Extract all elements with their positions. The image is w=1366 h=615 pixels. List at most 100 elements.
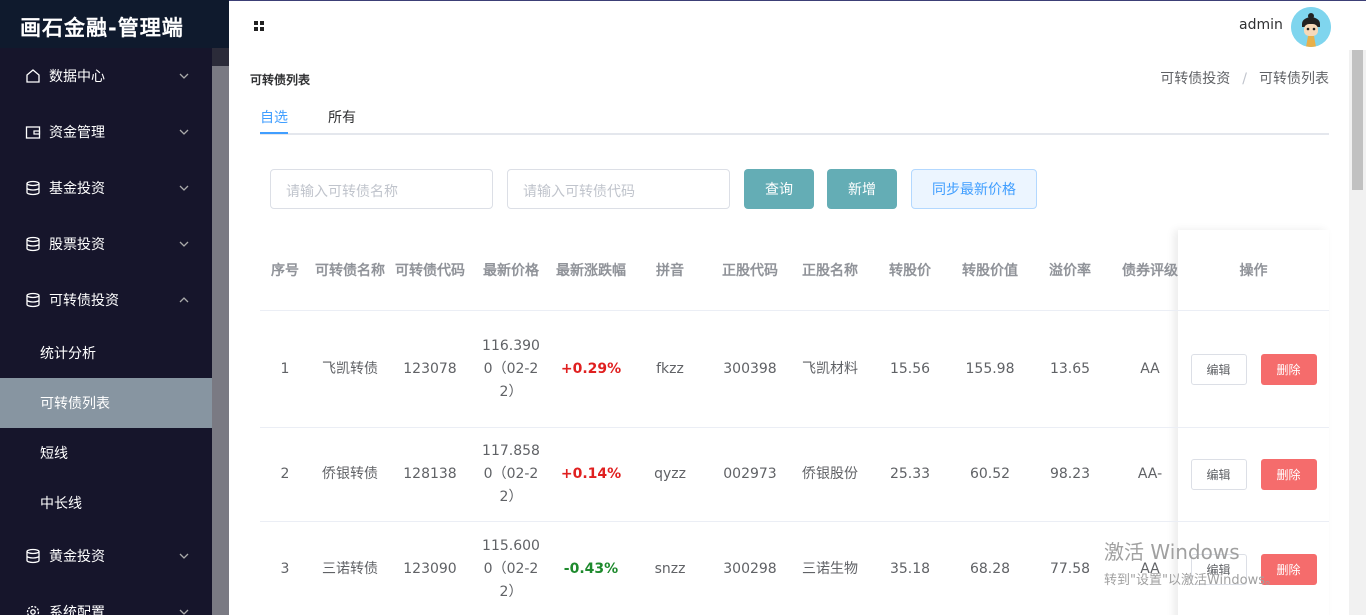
cell-conversion-value: 155.98 [965, 360, 1015, 377]
sidebar-item-funds-management[interactable]: 资金管理 [0, 104, 212, 160]
sidebar-item-label: 数据中心 [49, 69, 105, 85]
bond-code-input[interactable]: 请输入可转债代码 [507, 169, 730, 209]
tab-active-indicator [260, 132, 288, 134]
chevron-down-icon [179, 609, 189, 615]
sidebar-item-label: 资金管理 [49, 125, 105, 141]
cell-pinyin: qyzz [654, 466, 686, 482]
sidebar-item-gold-investment[interactable]: 黄金投资 [0, 528, 212, 584]
cell-premium: 13.65 [1049, 360, 1091, 377]
cell-latest-price: 117.8580（02-22） [482, 443, 540, 505]
sidebar-subitem-short-term[interactable]: 短线 [0, 428, 212, 478]
header-bond-name: 可转债名称 [315, 262, 385, 279]
delete-button[interactable]: 删除 [1260, 459, 1317, 490]
header-index: 序号 [271, 262, 299, 279]
cell-stock-name: 三诺生物 [802, 560, 858, 577]
menu-toggle-icon[interactable] [254, 21, 264, 31]
watermark-line: 转到"设置"以激活Windows。 [1104, 573, 1278, 588]
cell-bond-name: 飞凯转债 [322, 360, 378, 377]
cell-latest-price: 116.3900（02-22） [482, 337, 540, 400]
table-header: 序号 可转债名称 可转债代码 最新价格 最新涨跌幅 拼音 正股代码 正股名称 转… [260, 230, 1329, 311]
cell-pinyin: fkzz [656, 360, 684, 377]
avatar[interactable] [1291, 7, 1331, 47]
query-button[interactable]: 查询 [744, 169, 814, 209]
cell-index: 2 [280, 466, 290, 482]
home-icon [24, 67, 42, 85]
table-row: 2 侨银转债 128138 117.8580（02-22） +0.14% qyz… [260, 428, 1329, 522]
header-pinyin: 拼音 [656, 262, 684, 279]
sidebar-item-label: 系统配置 [49, 605, 105, 615]
cell-bond-code: 123090 [403, 560, 457, 577]
sidebar-scrollbar-track [212, 48, 229, 66]
cell-stock-code: 300398 [723, 360, 777, 377]
header-conversion-value: 转股价值 [962, 262, 1018, 279]
header-conversion-price: 转股价 [889, 262, 931, 279]
sidebar-item-system-config[interactable]: 系统配置 [0, 584, 212, 615]
watermark-line: 激活 Windows [1104, 540, 1240, 564]
sidebar-subitem-statistics[interactable]: 统计分析 [0, 328, 212, 378]
database-icon [24, 547, 42, 565]
tab-favorites[interactable]: 自选 [260, 107, 288, 127]
add-button[interactable]: 新增 [827, 169, 897, 209]
header-stock-name: 正股名称 [802, 262, 858, 279]
header-stock-code: 正股代码 [722, 262, 778, 279]
cell-stock-code: 002973 [723, 466, 777, 482]
cell-stock-name: 飞凯材料 [802, 360, 858, 377]
windows-activation-watermark: 激活 Windows 转到"设置"以激活Windows。 [1104, 536, 1278, 588]
gear-icon [24, 603, 42, 615]
sync-price-button[interactable]: 同步最新价格 [911, 169, 1037, 209]
sidebar-scrollbar-thumb[interactable] [212, 66, 229, 615]
header-actions: 操作 [1239, 262, 1268, 279]
cell-latest-change: +0.14% [560, 466, 622, 482]
breadcrumb-item[interactable]: 可转债投资 [1160, 71, 1230, 87]
cell-premium: 98.23 [1049, 466, 1091, 482]
sidebar: 画石金融-管理端 数据中心 资金管理 基金投资 股票投资 可转债投资 统计分析 … [0, 0, 229, 615]
header-latest-change: 最新涨跌幅 [556, 262, 626, 279]
page-scrollbar-thumb[interactable] [1352, 50, 1363, 190]
cell-bond-name: 侨银转债 [322, 466, 378, 482]
chevron-down-icon [179, 241, 189, 247]
sidebar-subitem-long-term[interactable]: 中长线 [0, 478, 212, 528]
cell-bond-name: 三诺转债 [322, 560, 378, 577]
cell-conversion-value: 68.28 [969, 560, 1011, 577]
database-icon [24, 235, 42, 253]
cell-conversion-price: 35.18 [889, 560, 931, 577]
table-row: 1 飞凯转债 123078 116.3900（02-22） +0.29% fkz… [260, 311, 1329, 428]
wallet-icon [24, 123, 42, 141]
cell-latest-change: -0.43% [563, 560, 619, 577]
header-latest-price: 最新价格 [483, 262, 539, 279]
sidebar-subitem-bond-list[interactable]: 可转债列表 [0, 378, 212, 428]
sidebar-item-label: 基金投资 [49, 181, 105, 197]
user-name[interactable]: admin [1239, 17, 1283, 33]
tab-all[interactable]: 所有 [328, 107, 356, 127]
sidebar-item-label: 黄金投资 [49, 549, 105, 565]
sidebar-item-convertible-bond[interactable]: 可转债投资 [0, 272, 212, 328]
sidebar-item-fund-investment[interactable]: 基金投资 [0, 160, 212, 216]
page-scrollbar[interactable] [1349, 50, 1366, 615]
page-title: 可转债列表 [250, 73, 311, 87]
cell-bond-code: 128138 [403, 466, 457, 482]
breadcrumb-separator: / [1242, 71, 1247, 87]
edit-button[interactable]: 编辑 [1190, 353, 1247, 385]
cell-bond-code: 123078 [403, 360, 457, 377]
header-bond-code: 可转债代码 [395, 262, 465, 279]
cell-conversion-price: 25.33 [889, 466, 931, 482]
breadcrumb: 可转债投资 / 可转债列表 [1160, 68, 1329, 88]
main-content: 可转债列表 可转债投资 / 可转债列表 自选 所有 请输入可转债名称 请输入可转债代… [229, 50, 1349, 615]
sidebar-item-stock-investment[interactable]: 股票投资 [0, 216, 212, 272]
cell-actions: 编辑 删除 [1178, 428, 1329, 521]
edit-button[interactable]: 编辑 [1190, 459, 1247, 490]
cell-stock-code: 300298 [723, 560, 777, 577]
app-root: 画石金融-管理端 数据中心 资金管理 基金投资 股票投资 可转债投资 统计分析 … [0, 0, 1366, 615]
cell-latest-change: +0.29% [560, 360, 622, 377]
delete-button[interactable]: 删除 [1260, 353, 1317, 385]
cell-index: 3 [280, 560, 290, 577]
sidebar-item-data-center[interactable]: 数据中心 [0, 48, 212, 104]
bond-name-input[interactable]: 请输入可转债名称 [270, 169, 493, 209]
top-header: admin [229, 0, 1366, 50]
sidebar-scrollbar[interactable] [212, 48, 229, 615]
sidebar-menu: 数据中心 资金管理 基金投资 股票投资 可转债投资 统计分析 可转债列表 短线 … [0, 48, 212, 615]
cell-index: 1 [280, 360, 290, 377]
database-icon [24, 291, 42, 309]
sidebar-item-label: 股票投资 [49, 237, 105, 253]
chevron-up-icon [179, 297, 189, 303]
